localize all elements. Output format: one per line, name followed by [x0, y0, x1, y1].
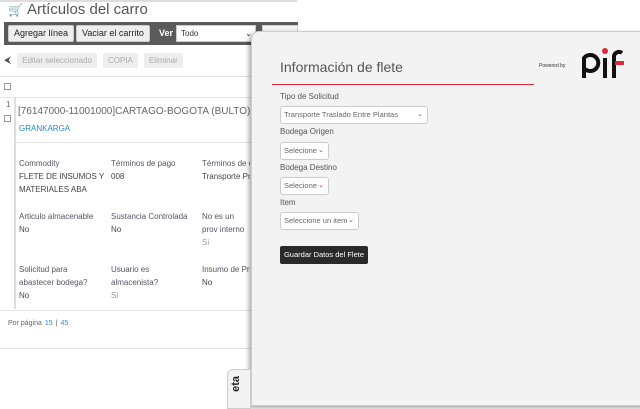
delete-button[interactable]: Eliminar	[143, 53, 183, 68]
field-warehouse-user: Usuario es almacenista? Si	[111, 263, 171, 302]
select-value: Selecione	[284, 181, 317, 190]
field-value: No	[111, 225, 122, 234]
field-label: No es un prov interno	[202, 212, 245, 234]
field-supply-warehouse: Solicitud para abastecer bodega? No	[19, 263, 104, 302]
edit-selected-button[interactable]: Editar seleccionado	[17, 53, 97, 68]
field-label: Insumo de Pro	[202, 265, 250, 274]
field-commodity: Commodity FLETE DE INSUMOS Y MATERIALES A…	[19, 157, 107, 196]
field-shipping-terms: Términos de e Transporte Priv	[202, 157, 250, 183]
view-label: Ver	[159, 28, 174, 38]
select-value: Transporte Traslado Entre Plantas	[284, 110, 398, 119]
save-freight-button[interactable]: Guardar Datos del Flete	[280, 246, 368, 264]
panel-title: Información de flete	[280, 59, 403, 75]
field-controlled: Sustancia Controlada No	[111, 210, 188, 236]
field-production-input: Insumo de Pro No	[202, 263, 250, 289]
pager-label: Por página	[8, 320, 42, 327]
field-internal-provider: No es un prov interno Si	[202, 210, 250, 249]
destination-warehouse-label: Bodega Destino	[280, 163, 337, 172]
origin-warehouse-select[interactable]: Selecione ⌄	[280, 142, 329, 160]
item-title[interactable]: [76147000-11001000]CARTAGO-BOGOTA (BULTO…	[18, 106, 250, 117]
row-index: 1	[6, 100, 11, 109]
field-label: Solicitud para abastecer bodega?	[19, 265, 88, 287]
origin-warehouse-label: Bodega Origen	[280, 127, 334, 136]
field-value: Transporte Priv	[202, 172, 250, 181]
select-all-checkbox[interactable]	[4, 83, 11, 90]
field-label: Términos de e	[202, 159, 250, 168]
field-storable: Articulo almacenable No	[19, 210, 93, 236]
request-type-select[interactable]: Transporte Traslado Entre Plantas ⌄	[280, 106, 428, 124]
item-select[interactable]: Seleccione un item ⌄	[280, 212, 359, 230]
page-size-45[interactable]: 45	[60, 320, 68, 327]
item-label: Item	[280, 198, 296, 207]
field-value: 008	[111, 172, 125, 181]
pager: Por página 15 | 45	[8, 320, 69, 327]
select-value: Selecione	[284, 146, 317, 155]
page-title-text: Artículos del carro	[26, 1, 148, 18]
page-title: 🛒 Artículos del carro	[8, 1, 148, 18]
page-size-15[interactable]: 15	[45, 320, 53, 327]
row-actions: ⮜ Editar seleccionado COPIA Eliminar	[4, 53, 183, 68]
field-value: Si	[111, 291, 119, 300]
view-select-value: Todo	[181, 29, 199, 38]
empty-cart-button[interactable]: Vaciar el carrito	[76, 25, 150, 42]
row-checkbox[interactable]	[4, 115, 11, 122]
eta-logo: eta	[230, 376, 242, 392]
field-label: Articulo almacenable	[19, 212, 94, 221]
powered-by-label: Powered by	[539, 63, 566, 69]
field-value: No	[202, 278, 213, 287]
field-payment-terms: Términos de pago 008	[111, 157, 175, 183]
field-label: Sustancia Controlada	[111, 212, 188, 221]
field-label: Términos de pago	[111, 159, 176, 168]
chevron-down-icon: ⌄	[318, 147, 324, 154]
pif-logo	[582, 48, 624, 78]
field-value: No	[19, 225, 30, 234]
destination-warehouse-select[interactable]: Selecione ⌄	[280, 177, 329, 195]
copy-button[interactable]: COPIA	[102, 53, 138, 68]
field-label: Usuario es almacenista?	[111, 265, 159, 287]
add-line-button[interactable]: Agregar línea	[8, 25, 75, 42]
select-value: Seleccione un item	[284, 216, 348, 225]
field-value: Si	[202, 238, 210, 247]
field-label: Commodity	[19, 159, 60, 168]
chevron-down-icon: ⌄	[348, 217, 354, 224]
chevron-down-icon: ⌄	[417, 111, 423, 118]
title-underline	[272, 84, 534, 85]
view-select[interactable]: Todo ⌄	[176, 25, 256, 42]
field-value: FLETE DE INSUMOS Y MATERIALES ABA	[19, 172, 105, 194]
field-value: No	[19, 291, 30, 300]
cart-icon: 🛒	[8, 2, 23, 17]
side-tab[interactable]: eta	[227, 369, 251, 409]
item-vendor[interactable]: GRANKARGA	[19, 124, 70, 133]
request-type-label: Tipo de Solicitud	[280, 92, 339, 101]
chevron-down-icon: ⌄	[318, 182, 324, 189]
freight-info-panel: Información de flete Powered by Tipo de …	[251, 31, 640, 406]
back-arrow-icon[interactable]: ⮜	[4, 55, 11, 66]
